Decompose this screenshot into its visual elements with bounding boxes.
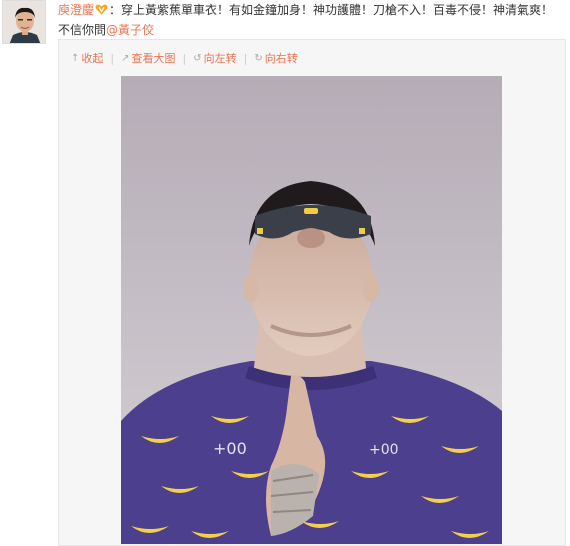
rotate-left-button[interactable]: ↺ 向左转 (193, 50, 236, 66)
toolbar-divider: | (182, 51, 187, 65)
toolbar-divider: | (110, 51, 115, 65)
rotate-left-icon: ↺ (193, 52, 202, 64)
view-large-button[interactable]: ↗ 查看大图 (121, 50, 175, 66)
svg-text:+00: +00 (213, 439, 247, 458)
collapse-arrow-icon: ↑ (71, 52, 80, 64)
mention-link[interactable]: @黃子佼 (106, 23, 154, 37)
svg-text:+00: +00 (369, 442, 399, 458)
view-large-label: 查看大图 (131, 52, 176, 65)
heart-v-icon (95, 2, 108, 21)
media-toolbar: ↑ 收起 | ↗ 查看大图 | ↺ 向左转 | ↻ 向右转 (71, 49, 298, 67)
collapse-label: 收起 (81, 52, 104, 65)
cyclist-selfie-image: +00 +00 (121, 76, 502, 544)
rotate-right-icon: ↻ (254, 52, 263, 64)
rotate-right-label: 向右转 (264, 52, 298, 65)
rotate-right-button[interactable]: ↻ 向右转 (254, 50, 297, 66)
author-name-link[interactable]: 庾澄慶 (58, 3, 94, 17)
media-expanded-box: ↑ 收起 | ↗ 查看大图 | ↺ 向左转 | ↻ 向右转 +00 +00 (58, 39, 566, 546)
author-avatar[interactable] (2, 0, 46, 44)
toolbar-divider: | (243, 51, 248, 65)
rotate-left-label: 向左转 (203, 52, 237, 65)
collapse-button[interactable]: ↑ 收起 (71, 50, 103, 66)
external-link-icon: ↗ (121, 52, 130, 64)
post-text: 庾澄慶 ：穿上黃紫蕉單車衣！有如金鐘加身！神功護體！刀槍不入！百毒不侵！神清氣爽！… (58, 1, 564, 40)
avatar-image (3, 1, 45, 43)
post-photo[interactable]: +00 +00 (121, 76, 502, 544)
